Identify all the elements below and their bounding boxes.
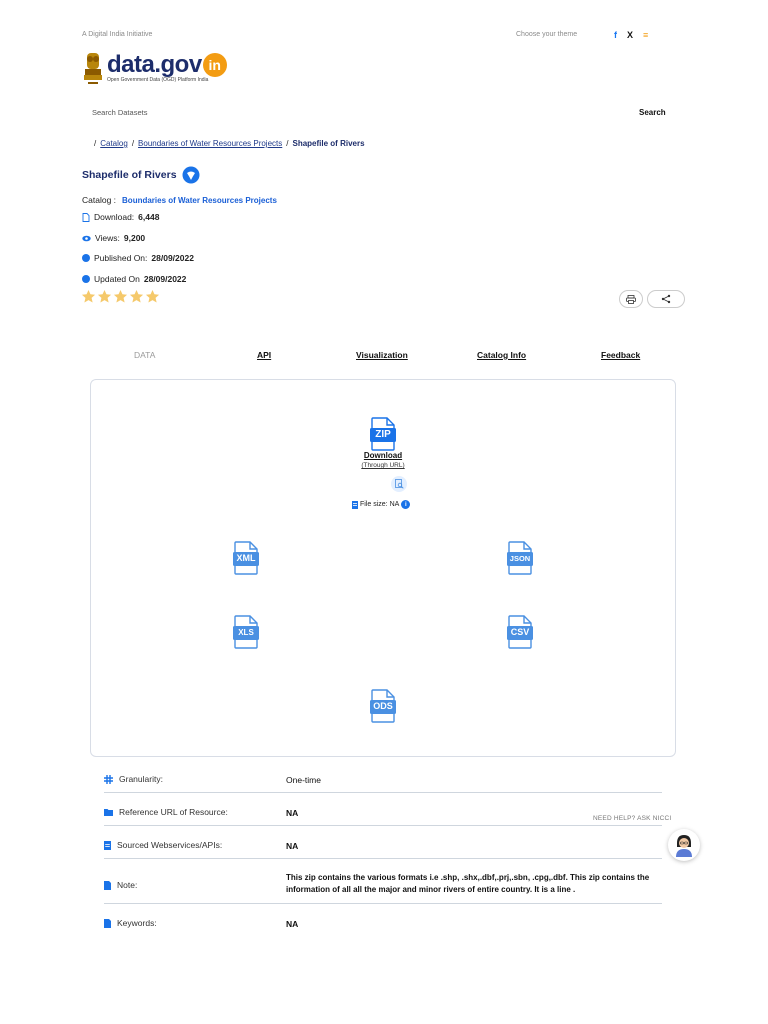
- page-title: Shapefile of Rivers: [82, 169, 177, 181]
- xml-file-icon[interactable]: XML: [232, 541, 260, 575]
- updated-icon: [82, 275, 90, 283]
- tab-data[interactable]: DATA: [134, 350, 155, 360]
- updated-label: Updated On: [94, 274, 140, 284]
- rss-icon[interactable]: ≡: [643, 30, 648, 40]
- csv-file-icon[interactable]: CSV: [506, 615, 534, 649]
- star-icon[interactable]: [145, 289, 160, 304]
- download-link[interactable]: Download: [343, 451, 423, 460]
- xml-label: XML: [236, 553, 256, 563]
- note-value: This zip contains the various formats i.…: [286, 873, 650, 894]
- published-icon: [82, 254, 90, 262]
- preview-button[interactable]: [391, 476, 407, 492]
- digital-india-tagline: A Digital India Initiative: [82, 31, 153, 38]
- globe-icon: [182, 166, 200, 184]
- tab-catalog-info[interactable]: Catalog Info: [477, 350, 526, 360]
- json-label: JSON: [509, 554, 531, 563]
- detail-row-reference-url: Reference URL of Resource: NA: [104, 802, 662, 826]
- granularity-value: One-time: [286, 775, 321, 785]
- site-logo[interactable]: data.gov in Open Government Data (OGD) P…: [82, 51, 227, 89]
- detail-row-keywords: Keywords: NA: [104, 913, 662, 936]
- chatbot-avatar[interactable]: [668, 829, 700, 861]
- tab-api[interactable]: API: [257, 350, 271, 360]
- share-icon: [661, 294, 671, 304]
- csv-label: CSV: [510, 627, 530, 637]
- search-input[interactable]: Search Datasets: [92, 108, 147, 117]
- assistant-avatar-icon: [676, 835, 692, 857]
- zip-file-icon[interactable]: ZIP: [369, 417, 397, 451]
- granularity-icon: [104, 774, 113, 784]
- info-icon[interactable]: i: [401, 500, 411, 509]
- download-count: 6,448: [138, 212, 160, 222]
- reference-url-value: NA: [286, 808, 299, 818]
- published-date: 28/09/2022: [151, 253, 194, 263]
- updated-date: 28/09/2022: [143, 274, 187, 284]
- catalog-label: Catalog :: [82, 195, 117, 205]
- json-file-icon[interactable]: JSON: [506, 541, 534, 575]
- share-button[interactable]: [647, 290, 685, 308]
- breadcrumb-catalog[interactable]: Catalog: [100, 139, 128, 148]
- eye-icon: [82, 235, 91, 241]
- print-button[interactable]: [619, 290, 643, 308]
- rating-stars[interactable]: [81, 289, 160, 304]
- tab-visualization[interactable]: Visualization: [356, 350, 408, 360]
- ods-label: ODS: [373, 701, 393, 711]
- download-file-icon: [82, 212, 90, 222]
- note-icon: [104, 880, 111, 890]
- facebook-icon[interactable]: f: [614, 30, 617, 40]
- logo-text: data.gov: [107, 51, 202, 78]
- ods-file-icon[interactable]: ODS: [369, 689, 397, 723]
- breadcrumb-boundaries[interactable]: Boundaries of Water Resources Projects: [138, 139, 282, 148]
- logo-in-badge: in: [202, 53, 227, 77]
- keywords-value: NA: [286, 919, 299, 929]
- views-count: 9,200: [123, 233, 146, 243]
- star-icon[interactable]: [113, 289, 128, 304]
- views-label: Views:: [95, 233, 120, 243]
- document-icon: [104, 840, 111, 850]
- xls-file-icon[interactable]: XLS: [232, 615, 260, 649]
- webservices-value: NA: [286, 841, 299, 851]
- catalog-link[interactable]: Boundaries of Water Resources Projects: [122, 196, 277, 205]
- print-icon: [626, 294, 636, 304]
- published-label: Published On:: [94, 253, 148, 263]
- zip-label: ZIP: [375, 429, 391, 440]
- national-emblem-icon: [84, 53, 102, 84]
- through-url-link[interactable]: (Through URL): [343, 462, 423, 469]
- folder-icon: [104, 809, 113, 816]
- search-button[interactable]: Search: [639, 108, 666, 117]
- xls-label: XLS: [238, 628, 254, 637]
- logo-subtitle: Open Government Data (OGD) Platform Indi…: [107, 77, 209, 83]
- help-label[interactable]: NEED HELP? ASK NICCI: [593, 815, 671, 822]
- breadcrumb-current: Shapefile of Rivers: [292, 139, 365, 148]
- x-icon[interactable]: X: [627, 30, 633, 40]
- preview-icon: [394, 479, 404, 489]
- star-icon[interactable]: [81, 289, 96, 304]
- download-label: Download:: [94, 212, 135, 222]
- tab-feedback[interactable]: Feedback: [601, 350, 640, 360]
- detail-row-note: Note: This zip contains the various form…: [104, 868, 662, 904]
- star-icon[interactable]: [97, 289, 112, 304]
- detail-row-webservices: Sourced Webservices/APIs: NA: [104, 835, 662, 859]
- file-size-icon: [352, 500, 358, 509]
- detail-row-granularity: Granularity: One-time: [104, 769, 662, 793]
- theme-chooser[interactable]: Choose your theme: [516, 31, 577, 38]
- keyword-icon: [104, 918, 111, 928]
- breadcrumb: / Catalog / Boundaries of Water Resource…: [94, 139, 365, 148]
- file-size: File size: NA i: [352, 500, 411, 509]
- star-icon[interactable]: [129, 289, 144, 304]
